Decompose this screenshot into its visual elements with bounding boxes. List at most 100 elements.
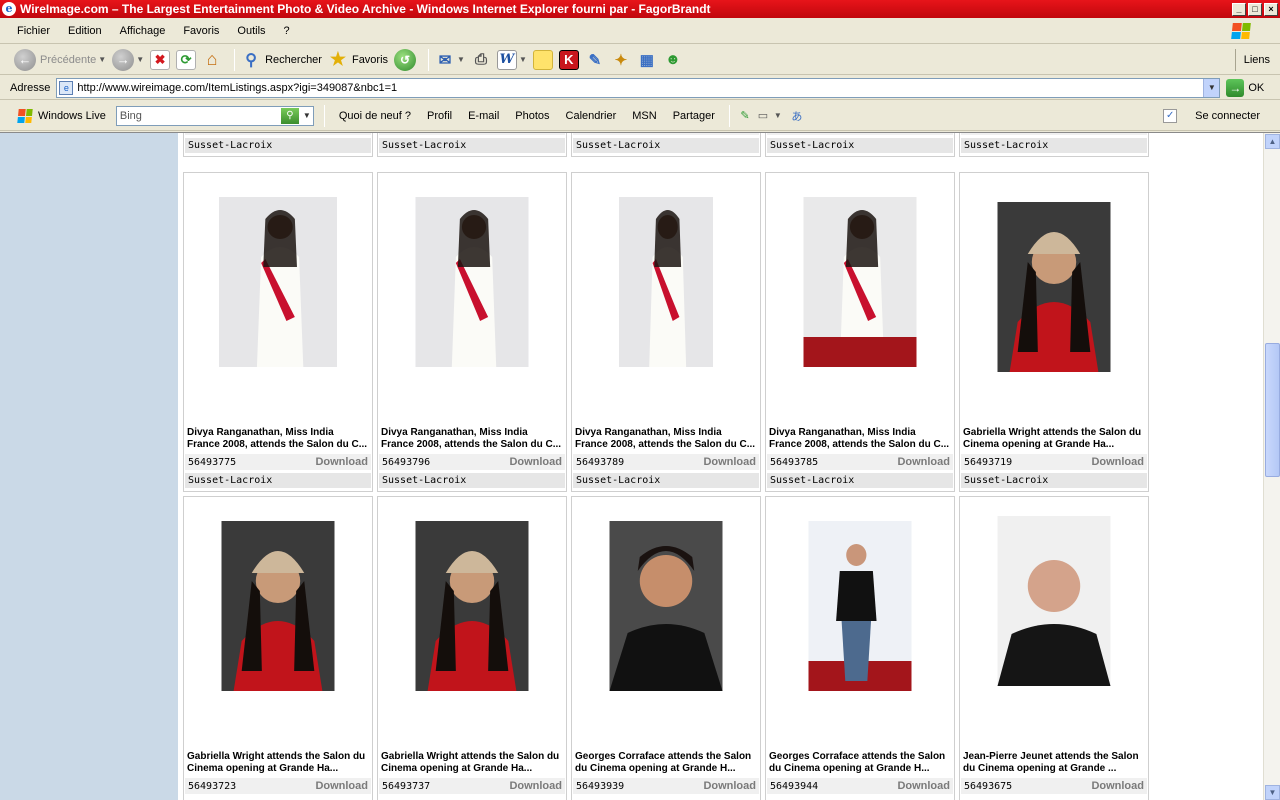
download-link[interactable]: Download: [509, 133, 562, 135]
form-fill-dropdown-icon[interactable]: ▼: [774, 111, 782, 120]
download-link[interactable]: Download: [703, 133, 756, 135]
photo-caption[interactable]: Gabriella Wright attends the Salon du Ci…: [963, 427, 1145, 451]
menu-affichage[interactable]: Affichage: [111, 25, 175, 37]
photo-thumbnail[interactable]: [415, 197, 529, 367]
forward-dropdown-icon[interactable]: ▼: [136, 55, 144, 64]
vertical-scrollbar[interactable]: ▲ ▼: [1263, 133, 1280, 800]
photo-credit[interactable]: Susset-Lacroix: [961, 473, 1147, 488]
photo-credit[interactable]: Susset-Lacroix: [573, 138, 759, 153]
photo-card[interactable]: Jean-Pierre Jeunet attends the Salon du …: [959, 496, 1149, 800]
download-link[interactable]: Download: [1091, 456, 1144, 468]
spaces-icon[interactable]: ✎: [736, 108, 754, 124]
address-url[interactable]: http://www.wireimage.com/ItemListings.as…: [77, 82, 1203, 94]
scroll-up-icon[interactable]: ▲: [1265, 134, 1280, 149]
download-link[interactable]: Download: [315, 133, 368, 135]
photo-card[interactable]: Gabriella Wright attends the Salon du Ci…: [959, 172, 1149, 492]
search-button[interactable]: ⚲ Rechercher: [241, 47, 322, 73]
download-link[interactable]: Download: [897, 456, 950, 468]
edit-button[interactable]: W ▼: [496, 47, 527, 73]
photo-credit[interactable]: Susset-Lacroix: [185, 138, 371, 153]
photo-credit[interactable]: Susset-Lacroix: [379, 138, 565, 153]
download-link[interactable]: Download: [703, 780, 756, 792]
photo-thumbnail[interactable]: [221, 521, 335, 691]
mail-button[interactable]: ✉ ▼: [435, 47, 465, 73]
note-button[interactable]: [532, 47, 553, 73]
photo-card-partial[interactable]: 56493847 Download Susset-Lacroix: [571, 133, 761, 157]
print-button[interactable]: ⎙: [471, 47, 491, 73]
live-link-share[interactable]: Partager: [665, 110, 723, 122]
photo-credit[interactable]: Susset-Lacroix: [767, 138, 953, 153]
photo-thumbnail[interactable]: [619, 197, 713, 367]
go-button[interactable]: → OK: [1226, 78, 1264, 97]
live-link-calendar[interactable]: Calendrier: [558, 110, 625, 122]
menu-favoris[interactable]: Favoris: [174, 25, 228, 37]
messenger-button[interactable]: ☻: [663, 47, 683, 73]
live-link-email[interactable]: E-mail: [460, 110, 507, 122]
maximize-button[interactable]: □: [1248, 2, 1262, 16]
pen-button[interactable]: ✎: [585, 47, 605, 73]
download-link[interactable]: Download: [703, 456, 756, 468]
bing-search-input[interactable]: [116, 109, 281, 122]
scroll-down-icon[interactable]: ▼: [1265, 785, 1280, 800]
menu-fichier[interactable]: Fichier: [8, 25, 59, 37]
download-link[interactable]: Download: [1091, 780, 1144, 792]
back-dropdown-icon[interactable]: ▼: [98, 55, 106, 64]
favorites-button[interactable]: ★ Favoris: [328, 47, 388, 73]
photo-credit[interactable]: Susset-Lacroix: [961, 138, 1147, 153]
menu-help[interactable]: ?: [275, 25, 299, 37]
photo-card[interactable]: Divya Ranganathan, Miss India France 200…: [571, 172, 761, 492]
sign-in-button[interactable]: ✓ Se connecter: [1163, 108, 1260, 123]
stop-button[interactable]: ✖: [150, 47, 171, 73]
photo-card[interactable]: Divya Ranganathan, Miss India France 200…: [183, 172, 373, 492]
research-button[interactable]: ✦: [611, 47, 631, 73]
photo-card[interactable]: Gabriella Wright attends the Salon du Ci…: [183, 496, 373, 800]
live-link-photos[interactable]: Photos: [507, 110, 557, 122]
photo-card-partial[interactable]: 56493631 Download Susset-Lacroix: [183, 133, 373, 157]
form-fill-icon[interactable]: ▭: [754, 108, 772, 124]
photo-caption[interactable]: Divya Ranganathan, Miss India France 200…: [381, 427, 563, 451]
search-go-icon[interactable]: ⚲: [280, 107, 299, 124]
media-button[interactable]: ▦: [637, 47, 657, 73]
close-button[interactable]: ×: [1264, 2, 1278, 16]
photo-caption[interactable]: Divya Ranganathan, Miss India France 200…: [187, 427, 369, 451]
photo-card[interactable]: Gabriella Wright attends the Salon du Ci…: [377, 496, 567, 800]
download-link[interactable]: Download: [897, 133, 950, 135]
photo-credit[interactable]: Susset-Lacroix: [573, 473, 759, 488]
photo-caption[interactable]: Georges Corraface attends the Salon du C…: [769, 751, 951, 775]
photo-caption[interactable]: Gabriella Wright attends the Salon du Ci…: [381, 751, 563, 775]
photo-thumbnail[interactable]: [219, 197, 337, 367]
edit-dropdown-icon[interactable]: ▼: [519, 55, 527, 64]
mail-dropdown-icon[interactable]: ▼: [457, 55, 465, 64]
scroll-thumb[interactable]: [1265, 343, 1280, 477]
photo-caption[interactable]: Georges Corraface attends the Salon du C…: [575, 751, 757, 775]
menu-outils[interactable]: Outils: [228, 25, 274, 37]
photo-caption[interactable]: Jean-Pierre Jeunet attends the Salon du …: [963, 751, 1145, 775]
download-link[interactable]: Download: [315, 780, 368, 792]
links-button[interactable]: Liens: [1234, 48, 1280, 71]
home-button[interactable]: ⌂: [202, 47, 222, 73]
download-link[interactable]: Download: [315, 456, 368, 468]
download-link[interactable]: Download: [897, 780, 950, 792]
photo-credit[interactable]: Susset-Lacroix: [379, 473, 565, 488]
refresh-button[interactable]: ⟳: [176, 47, 197, 73]
photo-card[interactable]: Georges Corraface attends the Salon du C…: [571, 496, 761, 800]
download-link[interactable]: Download: [509, 780, 562, 792]
windows-live-button[interactable]: Windows Live: [17, 108, 106, 123]
search-dropdown-icon[interactable]: ▼: [301, 111, 313, 120]
photo-card[interactable]: Georges Corraface attends the Salon du C…: [765, 496, 955, 800]
photo-thumbnail[interactable]: [997, 202, 1111, 372]
photo-thumbnail[interactable]: [808, 521, 912, 691]
download-link[interactable]: Download: [509, 456, 562, 468]
address-field[interactable]: e http://www.wireimage.com/ItemListings.…: [56, 77, 1221, 98]
live-link-profile[interactable]: Profil: [419, 110, 460, 122]
back-button[interactable]: ← Précédente ▼: [14, 47, 106, 73]
menu-edition[interactable]: Edition: [59, 25, 111, 37]
translate-icon[interactable]: あ: [788, 108, 806, 124]
photo-thumbnail[interactable]: [415, 521, 529, 691]
download-link[interactable]: Download: [1091, 133, 1144, 135]
live-link-whats-new[interactable]: Quoi de neuf ?: [331, 110, 419, 122]
photo-card[interactable]: Divya Ranganathan, Miss India France 200…: [377, 172, 567, 492]
history-button[interactable]: ↺: [394, 47, 417, 73]
photo-caption[interactable]: Divya Ranganathan, Miss India France 200…: [769, 427, 951, 451]
photo-thumbnail[interactable]: [997, 516, 1111, 686]
